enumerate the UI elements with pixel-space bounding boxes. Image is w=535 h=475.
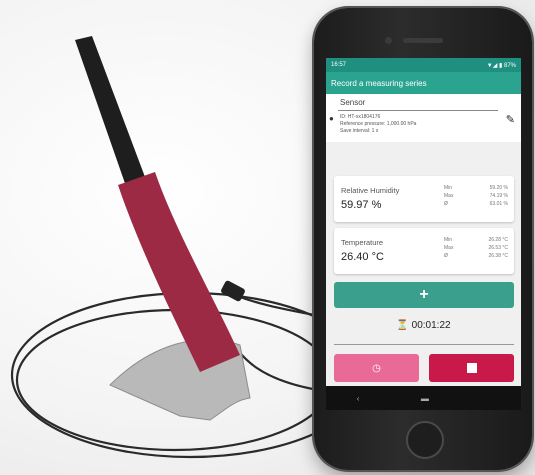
sensor-handle bbox=[118, 172, 240, 372]
stop-icon bbox=[466, 363, 477, 373]
app-bar: Record a measuring series bbox=[326, 72, 521, 94]
humidity-max-value: 74.19 % bbox=[489, 193, 508, 199]
pause-button[interactable]: ◷ bbox=[334, 354, 419, 382]
temperature-avg-label: Ø bbox=[444, 253, 448, 259]
temperature-label: Temperature bbox=[341, 238, 384, 247]
sensor-save-interval: Save interval: 1 s bbox=[340, 128, 379, 134]
android-nav-bar: ‹ ▬ bbox=[326, 386, 521, 410]
edit-pencil-icon[interactable]: ✎ bbox=[506, 113, 515, 126]
sensor-reference-pressure: Reference pressure: 1,000.00 hPa bbox=[340, 121, 417, 127]
temperature-stat-labels: Min Max Ø bbox=[444, 236, 453, 260]
pause-icon: ◷ bbox=[372, 362, 381, 374]
humidity-stat-labels: Min Max Ø bbox=[444, 184, 453, 208]
earpiece-speaker bbox=[403, 38, 443, 43]
nav-back-icon[interactable]: ‹ bbox=[357, 394, 360, 403]
humidity-min-label: Min bbox=[444, 185, 453, 191]
status-icons: ▼◢ ▮ 87% bbox=[486, 62, 516, 69]
sensor-tip bbox=[75, 36, 148, 192]
humidity-card: Relative Humidity 59.97 % Min Max Ø 59.2… bbox=[334, 176, 514, 222]
elapsed-timer: ⏳ 00:01:22 bbox=[326, 320, 521, 331]
humidity-stat-values: 59.20 % 74.19 % 63.01 % bbox=[490, 184, 508, 208]
add-measurement-button[interactable]: + bbox=[334, 282, 514, 308]
temperature-max-value: 26.53 °C bbox=[488, 245, 508, 251]
timer-value: 00:01:22 bbox=[411, 320, 451, 331]
sensor-connector bbox=[221, 280, 245, 302]
temperature-min-value: 26.28 °C bbox=[488, 237, 508, 243]
sensor-id: ID: HT-xx1804176 bbox=[340, 114, 381, 120]
temperature-stat-values: 26.28 °C 26.53 °C 26.38 °C bbox=[488, 236, 508, 260]
temperature-min-label: Min bbox=[444, 237, 453, 243]
status-time: 16:57 bbox=[331, 62, 347, 68]
humidity-avg-label: Ø bbox=[444, 201, 448, 207]
status-bar: 16:57 ▼◢ ▮ 87% bbox=[326, 58, 521, 72]
sensor-selector[interactable]: ● Sensor ID: HT-xx1804176 Reference pres… bbox=[326, 94, 521, 142]
temperature-max-label: Max bbox=[444, 245, 454, 251]
humidity-value: 59.97 % bbox=[341, 199, 382, 211]
humidity-min-value: 59.20 % bbox=[489, 185, 508, 191]
humidity-label: Relative Humidity bbox=[341, 186, 400, 195]
sensor-field-label: Sensor bbox=[340, 98, 366, 107]
nav-home-icon[interactable]: ▬ bbox=[421, 394, 429, 403]
sensor-icon: ● bbox=[329, 114, 334, 123]
hourglass-icon: ⏳ bbox=[396, 320, 409, 331]
temperature-value: 26.40 °C bbox=[341, 251, 384, 263]
page-title: Record a measuring series bbox=[331, 78, 427, 88]
front-camera bbox=[385, 37, 392, 44]
temperature-card: Temperature 26.40 °C Min Max Ø 26.28 °C … bbox=[334, 228, 514, 274]
sensor-field-underline bbox=[338, 110, 498, 111]
sensor-details: ID: HT-xx1804176 Reference pressure: 1,0… bbox=[340, 114, 416, 135]
humidity-avg-value: 63.01 % bbox=[489, 201, 508, 207]
stop-button[interactable] bbox=[429, 354, 514, 382]
timer-divider bbox=[334, 344, 514, 345]
home-button[interactable] bbox=[406, 421, 444, 459]
temperature-avg-value: 26.38 °C bbox=[488, 253, 508, 259]
humidity-max-label: Max bbox=[444, 193, 454, 199]
app-screen: 16:57 ▼◢ ▮ 87% Record a measuring series… bbox=[326, 58, 521, 410]
